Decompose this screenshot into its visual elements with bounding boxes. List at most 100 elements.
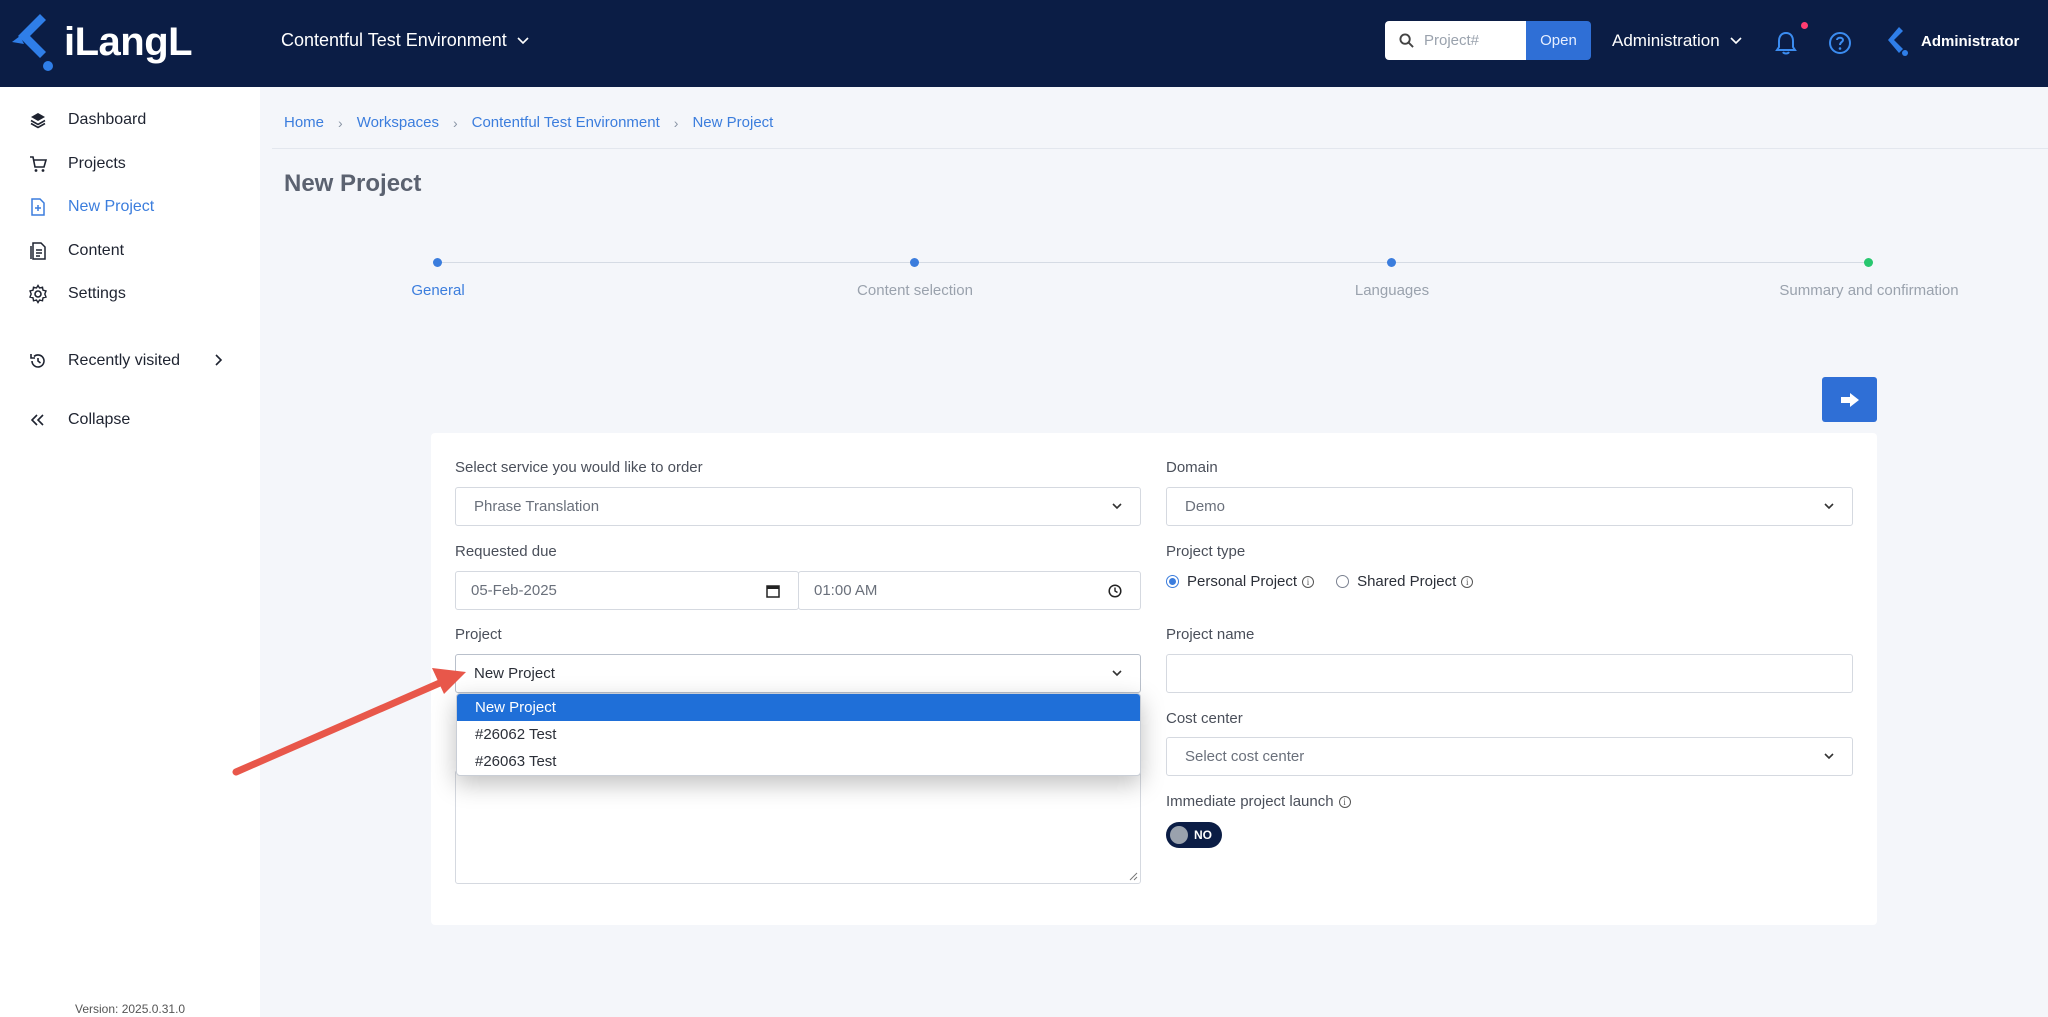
sidebar-item-projects[interactable]: Projects <box>28 154 126 174</box>
radio-shared-project[interactable] <box>1336 575 1350 588</box>
project-name-label: Project name <box>1166 626 1255 643</box>
step-dot-general <box>433 258 442 267</box>
immediate-launch-label-row: Immediate project launch i <box>1166 793 1351 810</box>
breadcrumb-workspace[interactable]: Contentful Test Environment <box>472 114 660 131</box>
layers-icon <box>28 110 48 130</box>
description-textarea[interactable] <box>455 770 1141 884</box>
info-icon[interactable]: i <box>1338 795 1351 808</box>
logo-icon <box>12 14 53 71</box>
chevron-down-icon <box>1824 753 1834 760</box>
step-summary[interactable]: Summary and confirmation <box>1779 282 1958 299</box>
file-plus-icon <box>28 197 48 217</box>
chevron-right-icon: › <box>338 114 343 131</box>
chevron-right-icon: › <box>673 114 679 131</box>
arrow-right-icon <box>1840 392 1859 407</box>
resize-handle-icon[interactable] <box>1129 872 1138 881</box>
breadcrumb-workspaces[interactable]: Workspaces <box>357 114 439 131</box>
divider <box>272 148 2048 149</box>
chevron-down-icon <box>1824 503 1834 510</box>
sidebar-item-new-project[interactable]: New Project <box>28 197 154 217</box>
user-menu[interactable]: Administrator <box>1885 26 2019 56</box>
info-icon[interactable]: i <box>1461 575 1474 588</box>
cart-icon <box>28 154 48 174</box>
cost-center-select[interactable]: Select cost center <box>1166 737 1853 776</box>
project-name-input[interactable] <box>1166 654 1853 693</box>
sidebar-item-content[interactable]: Content <box>28 241 124 261</box>
open-project-button[interactable]: Open <box>1526 21 1591 60</box>
top-bar: iLangL Contentful Test Environment Open … <box>0 0 2048 87</box>
cost-center-label: Cost center <box>1166 710 1243 727</box>
bell-icon[interactable] <box>1775 31 1797 55</box>
project-select[interactable]: New Project <box>455 654 1141 693</box>
radio-personal-project[interactable] <box>1166 575 1179 588</box>
project-value: New Project <box>474 665 555 682</box>
project-type-radios: Personal Project i Shared Project i <box>1166 573 1474 590</box>
sidebar-item-settings[interactable]: Settings <box>28 284 126 304</box>
administration-label: Administration <box>1612 31 1720 50</box>
immediate-launch-toggle[interactable]: NO <box>1166 822 1222 848</box>
due-label: Requested due <box>455 543 557 560</box>
clock-icon[interactable] <box>1108 583 1122 598</box>
chevron-down-icon <box>1112 503 1122 510</box>
sidebar-item-label: New Project <box>68 198 155 215</box>
sidebar-item-dashboard[interactable]: Dashboard <box>28 110 146 130</box>
step-languages[interactable]: Languages <box>1355 282 1429 299</box>
cost-center-placeholder: Select cost center <box>1185 748 1305 765</box>
step-dot-summary <box>1864 258 1873 267</box>
step-content-selection[interactable]: Content selection <box>857 282 973 299</box>
version-text: Version: 2025.0.31.0 <box>75 1002 186 1016</box>
step-dot-content-selection <box>910 258 919 267</box>
chevron-down-icon <box>1112 670 1122 677</box>
due-time-input[interactable]: 01:00 AM <box>798 571 1141 610</box>
sidebar-item-label: Collapse <box>68 411 131 428</box>
workspace-switcher[interactable]: Contentful Test Environment <box>281 30 529 51</box>
breadcrumb-current: New Project <box>692 114 774 131</box>
search-icon <box>1399 33 1414 48</box>
project-dropdown-list: New Project #26062 Test #26063 Test <box>456 693 1141 776</box>
page-title: New Project <box>284 170 422 197</box>
domain-select[interactable]: Demo <box>1166 487 1853 526</box>
radio-shared-label: Shared Project <box>1357 573 1457 590</box>
domain-label: Domain <box>1166 459 1218 476</box>
breadcrumb-home[interactable]: Home <box>284 114 324 131</box>
calendar-icon[interactable] <box>766 584 780 598</box>
chevron-right-icon[interactable] <box>215 354 223 366</box>
due-date-input[interactable]: 05-Feb-2025 <box>455 571 799 610</box>
project-label: Project <box>455 626 502 643</box>
info-icon[interactable]: i <box>1302 575 1315 588</box>
logo-text: iLangL <box>64 19 193 64</box>
toggle-knob <box>1170 826 1188 844</box>
immediate-launch-label: Immediate project launch <box>1166 793 1334 810</box>
sidebar-item-label: Settings <box>68 285 126 302</box>
chevron-down-icon <box>517 36 529 44</box>
project-search-input[interactable] <box>1424 32 1520 49</box>
avatar <box>1888 27 1908 56</box>
dropdown-option[interactable]: New Project <box>457 694 1140 721</box>
chevron-right-icon: › <box>452 114 458 131</box>
administration-menu[interactable]: Administration <box>1612 31 1742 51</box>
dropdown-option[interactable]: #26062 Test <box>457 721 1140 748</box>
notification-badge <box>1801 22 1808 29</box>
gear-icon <box>28 284 48 304</box>
double-chevron-left-icon <box>28 410 48 430</box>
sidebar-item-label: Projects <box>68 155 126 172</box>
sidebar-collapse[interactable]: Collapse <box>28 410 130 430</box>
breadcrumb: Home › Workspaces › Contentful Test Envi… <box>284 114 773 131</box>
logo[interactable]: iLangL <box>10 12 193 72</box>
service-select[interactable]: Phrase Translation <box>455 487 1141 526</box>
domain-value: Demo <box>1185 498 1226 515</box>
project-search <box>1385 21 1526 60</box>
history-icon <box>28 351 48 371</box>
help-icon[interactable] <box>1828 31 1852 55</box>
radio-personal-label: Personal Project <box>1187 573 1298 590</box>
dropdown-option[interactable]: #26063 Test <box>457 748 1140 775</box>
step-general[interactable]: General <box>411 282 464 299</box>
sidebar-item-label: Recently visited <box>68 352 181 369</box>
next-step-button[interactable] <box>1822 377 1877 422</box>
due-time-value: 01:00 AM <box>814 582 878 599</box>
sidebar-item-recently-visited[interactable]: Recently visited <box>28 351 180 371</box>
sidebar: Dashboard Projects New Project Content S… <box>0 87 260 1017</box>
stepper-line <box>438 262 1869 263</box>
project-type-label: Project type <box>1166 543 1246 560</box>
document-icon <box>28 241 48 261</box>
